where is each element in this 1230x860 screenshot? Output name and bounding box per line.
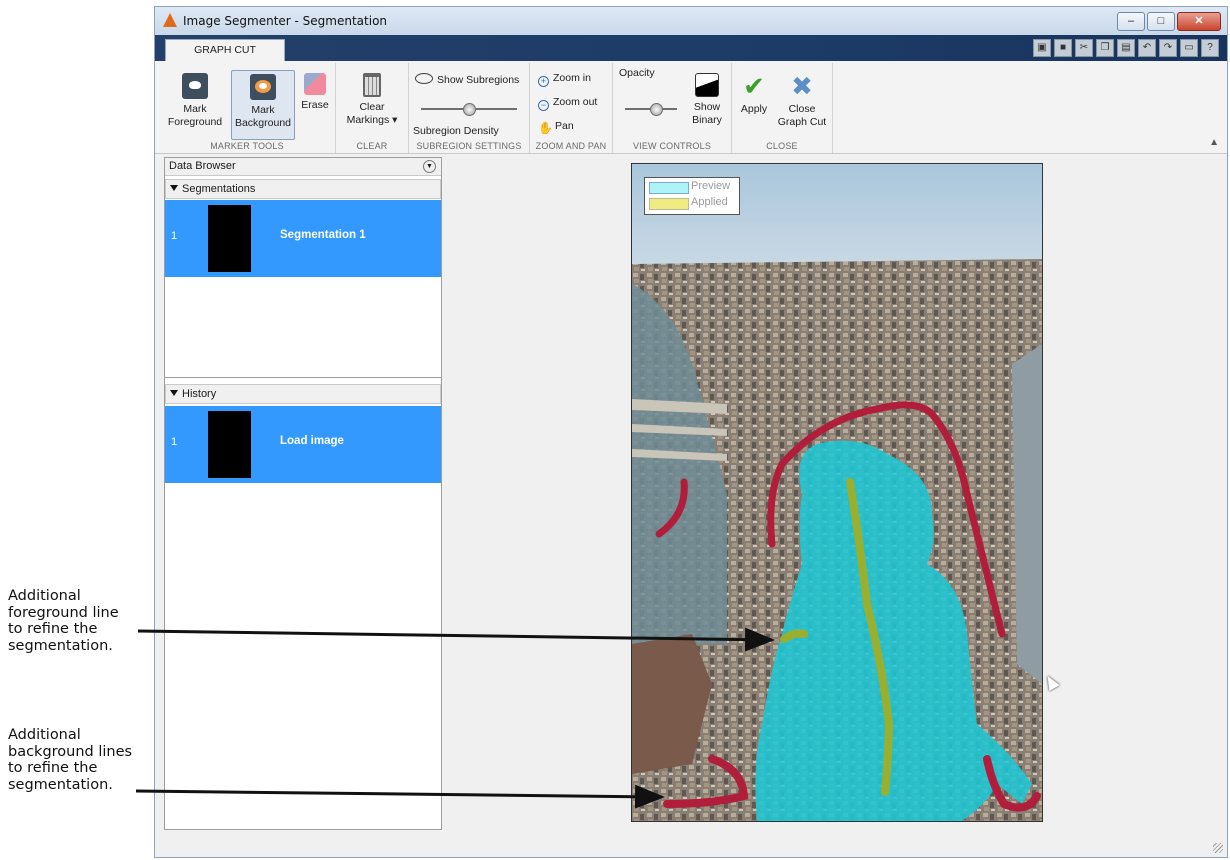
- data-browser-header: Data Browser ▼: [165, 158, 441, 176]
- group-label-marker-tools: MARKER TOOLS: [210, 141, 284, 151]
- zoom-in-button[interactable]: + Zoom in: [538, 72, 591, 87]
- collapse-triangle-icon: [170, 185, 178, 191]
- group-label-clear: CLEAR: [356, 141, 388, 151]
- new-doc-icon[interactable]: ▣: [1033, 39, 1051, 57]
- trash-icon: [363, 73, 381, 97]
- mark-foreground-icon: [182, 73, 208, 99]
- segmentation-thumbnail: [208, 205, 251, 272]
- cut-icon[interactable]: ✂: [1075, 39, 1093, 57]
- group-label-close: CLOSE: [766, 141, 798, 151]
- collapse-ribbon-icon[interactable]: ▲: [1209, 137, 1219, 148]
- tab-graph-cut[interactable]: GRAPH CUT: [165, 39, 285, 62]
- mark-background-icon: [250, 74, 276, 100]
- binary-image-icon: [695, 73, 719, 97]
- save-icon[interactable]: ■: [1054, 39, 1072, 57]
- app-window: Image Segmenter - Segmentation – □ ✕ GRA…: [154, 6, 1228, 858]
- quick-access-toolbar: ▣ ■ ✂ ❐ ▤ ↶ ↷ ▭ ?: [1033, 39, 1219, 57]
- subregion-density-slider[interactable]: [421, 103, 517, 116]
- segmentation-image[interactable]: [632, 164, 1042, 821]
- help-icon[interactable]: ?: [1201, 39, 1219, 57]
- group-label-zoom-pan: ZOOM AND PAN: [535, 141, 607, 151]
- zoom-out-button[interactable]: − Zoom out: [538, 96, 597, 111]
- layout-icon[interactable]: ▭: [1180, 39, 1198, 57]
- matlab-logo-icon: [163, 13, 177, 27]
- history-list-item[interactable]: 1 Load image: [165, 406, 441, 483]
- clear-markings-button[interactable]: Clear Markings ▾: [340, 73, 404, 127]
- group-close: ✔ Apply ✖ Close Graph Cut CLOSE: [732, 63, 833, 153]
- applied-label: Applied: [691, 196, 728, 208]
- history-header[interactable]: History: [165, 384, 441, 404]
- show-binary-button[interactable]: Show Binary: [685, 73, 729, 127]
- paste-icon[interactable]: ▤: [1117, 39, 1135, 57]
- ribbon-toolstrip: Mark Foreground Mark Background Erase MA…: [155, 61, 1227, 154]
- subregion-density-label: Subregion Density: [413, 125, 499, 137]
- mark-background-button[interactable]: Mark Background: [231, 70, 295, 140]
- history-thumbnail: [208, 411, 251, 478]
- group-marker-tools: Mark Foreground Mark Background Erase MA…: [159, 63, 336, 153]
- preview-label: Preview: [691, 180, 731, 192]
- mouse-cursor-icon: [1042, 672, 1060, 692]
- group-label-view: VIEW CONTROLS: [632, 141, 712, 151]
- resize-grip-icon[interactable]: [1213, 843, 1223, 853]
- zoom-in-icon: +: [538, 76, 549, 87]
- pan-hand-icon: ✋: [538, 121, 553, 135]
- collapse-triangle-icon: [170, 390, 178, 396]
- section-divider[interactable]: [165, 377, 441, 378]
- group-view-controls: Opacity Show Binary VIEW CONTROLS: [613, 63, 732, 153]
- group-subregion-settings: Show Subregions Subregion Density SUBREG…: [409, 63, 530, 153]
- close-window-button[interactable]: ✕: [1177, 12, 1221, 31]
- eye-icon: [415, 73, 433, 84]
- applied-swatch: [649, 198, 689, 210]
- pan-button[interactable]: ✋ Pan: [538, 120, 574, 135]
- checkmark-icon: ✔: [743, 71, 765, 101]
- overlay-legend: Preview Applied: [644, 177, 740, 215]
- group-zoom-pan: + Zoom in − Zoom out ✋ Pan ZOOM AND PAN: [530, 63, 613, 153]
- close-x-icon: ✖: [791, 71, 813, 101]
- opacity-slider[interactable]: [625, 103, 677, 116]
- redo-icon[interactable]: ↷: [1159, 39, 1177, 57]
- zoom-out-icon: −: [538, 100, 549, 111]
- segmentations-header[interactable]: Segmentations: [165, 179, 441, 199]
- maximize-button[interactable]: □: [1147, 12, 1175, 31]
- eraser-icon: [304, 73, 326, 95]
- data-browser-panel: Data Browser ▼ Segmentations 1 Segmentat…: [164, 157, 442, 830]
- erase-button[interactable]: Erase: [295, 73, 335, 112]
- undo-icon[interactable]: ↶: [1138, 39, 1156, 57]
- title-bar: Image Segmenter - Segmentation – □ ✕: [155, 7, 1227, 35]
- group-label-subregion: SUBREGION SETTINGS: [416, 141, 522, 151]
- mark-foreground-button[interactable]: Mark Foreground: [159, 73, 231, 129]
- subregion-density-knob[interactable]: [463, 103, 476, 116]
- opacity-label: Opacity: [619, 67, 655, 79]
- group-clear: Clear Markings ▾ CLEAR: [336, 63, 409, 153]
- copy-icon[interactable]: ❐: [1096, 39, 1114, 57]
- segmentation-list-item[interactable]: 1 Segmentation 1: [165, 200, 441, 277]
- opacity-knob[interactable]: [650, 103, 663, 116]
- annotation-foreground: Additional foreground line to refine the…: [8, 588, 119, 654]
- window-title: Image Segmenter - Segmentation: [183, 14, 388, 28]
- image-canvas[interactable]: Preview Applied: [631, 163, 1043, 822]
- minimize-button[interactable]: –: [1117, 12, 1145, 31]
- apply-button[interactable]: ✔ Apply: [734, 73, 774, 116]
- tab-strip: GRAPH CUT ▣ ■ ✂ ❐ ▤ ↶ ↷ ▭ ?: [155, 35, 1227, 62]
- close-graph-cut-button[interactable]: ✖ Close Graph Cut: [774, 73, 830, 129]
- browser-menu-icon[interactable]: ▼: [423, 160, 436, 173]
- preview-swatch: [649, 182, 689, 194]
- show-subregions-toggle[interactable]: Show Subregions: [415, 73, 519, 86]
- annotation-background: Additional background lines to refine th…: [8, 727, 133, 793]
